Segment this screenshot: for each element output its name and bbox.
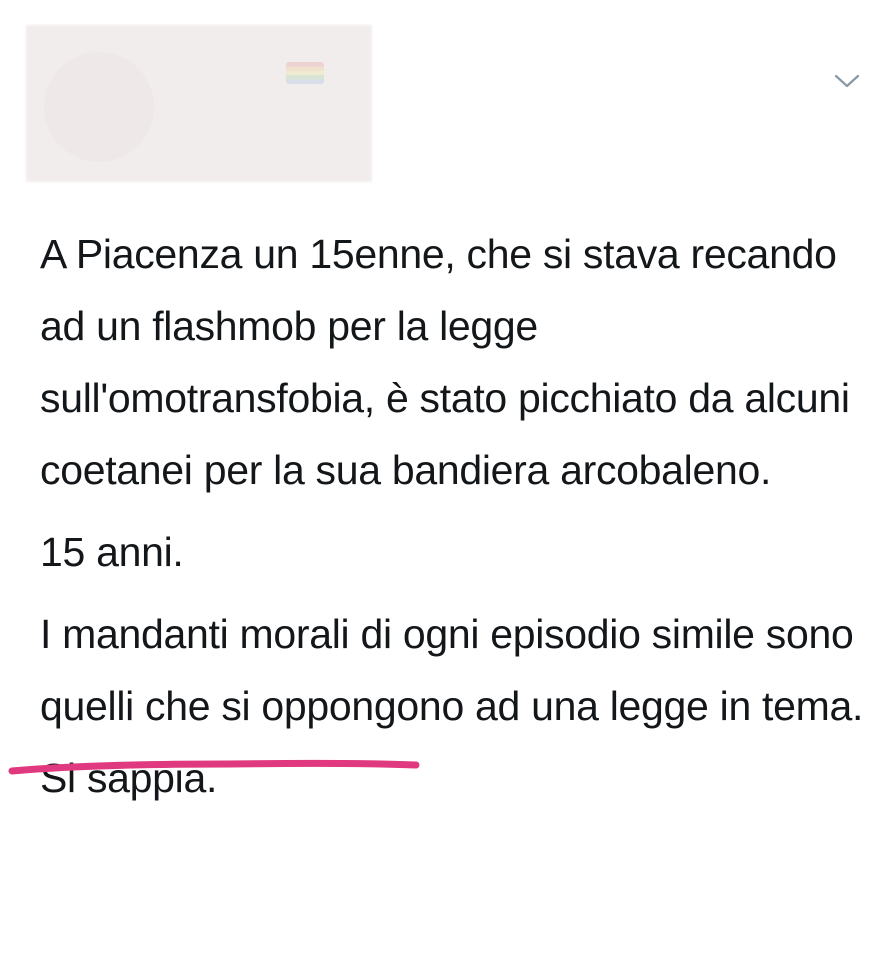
tweet-text: A Piacenza un 15enne, che si stava recan… xyxy=(40,218,880,814)
tweet-paragraph: A Piacenza un 15enne, che si stava recan… xyxy=(40,231,850,493)
highlight-underline xyxy=(8,759,420,775)
rainbow-flag-icon xyxy=(286,62,324,84)
tweet-paragraph: 15 anni. xyxy=(40,529,184,575)
chevron-down-icon[interactable] xyxy=(832,70,862,92)
avatar xyxy=(44,52,154,162)
